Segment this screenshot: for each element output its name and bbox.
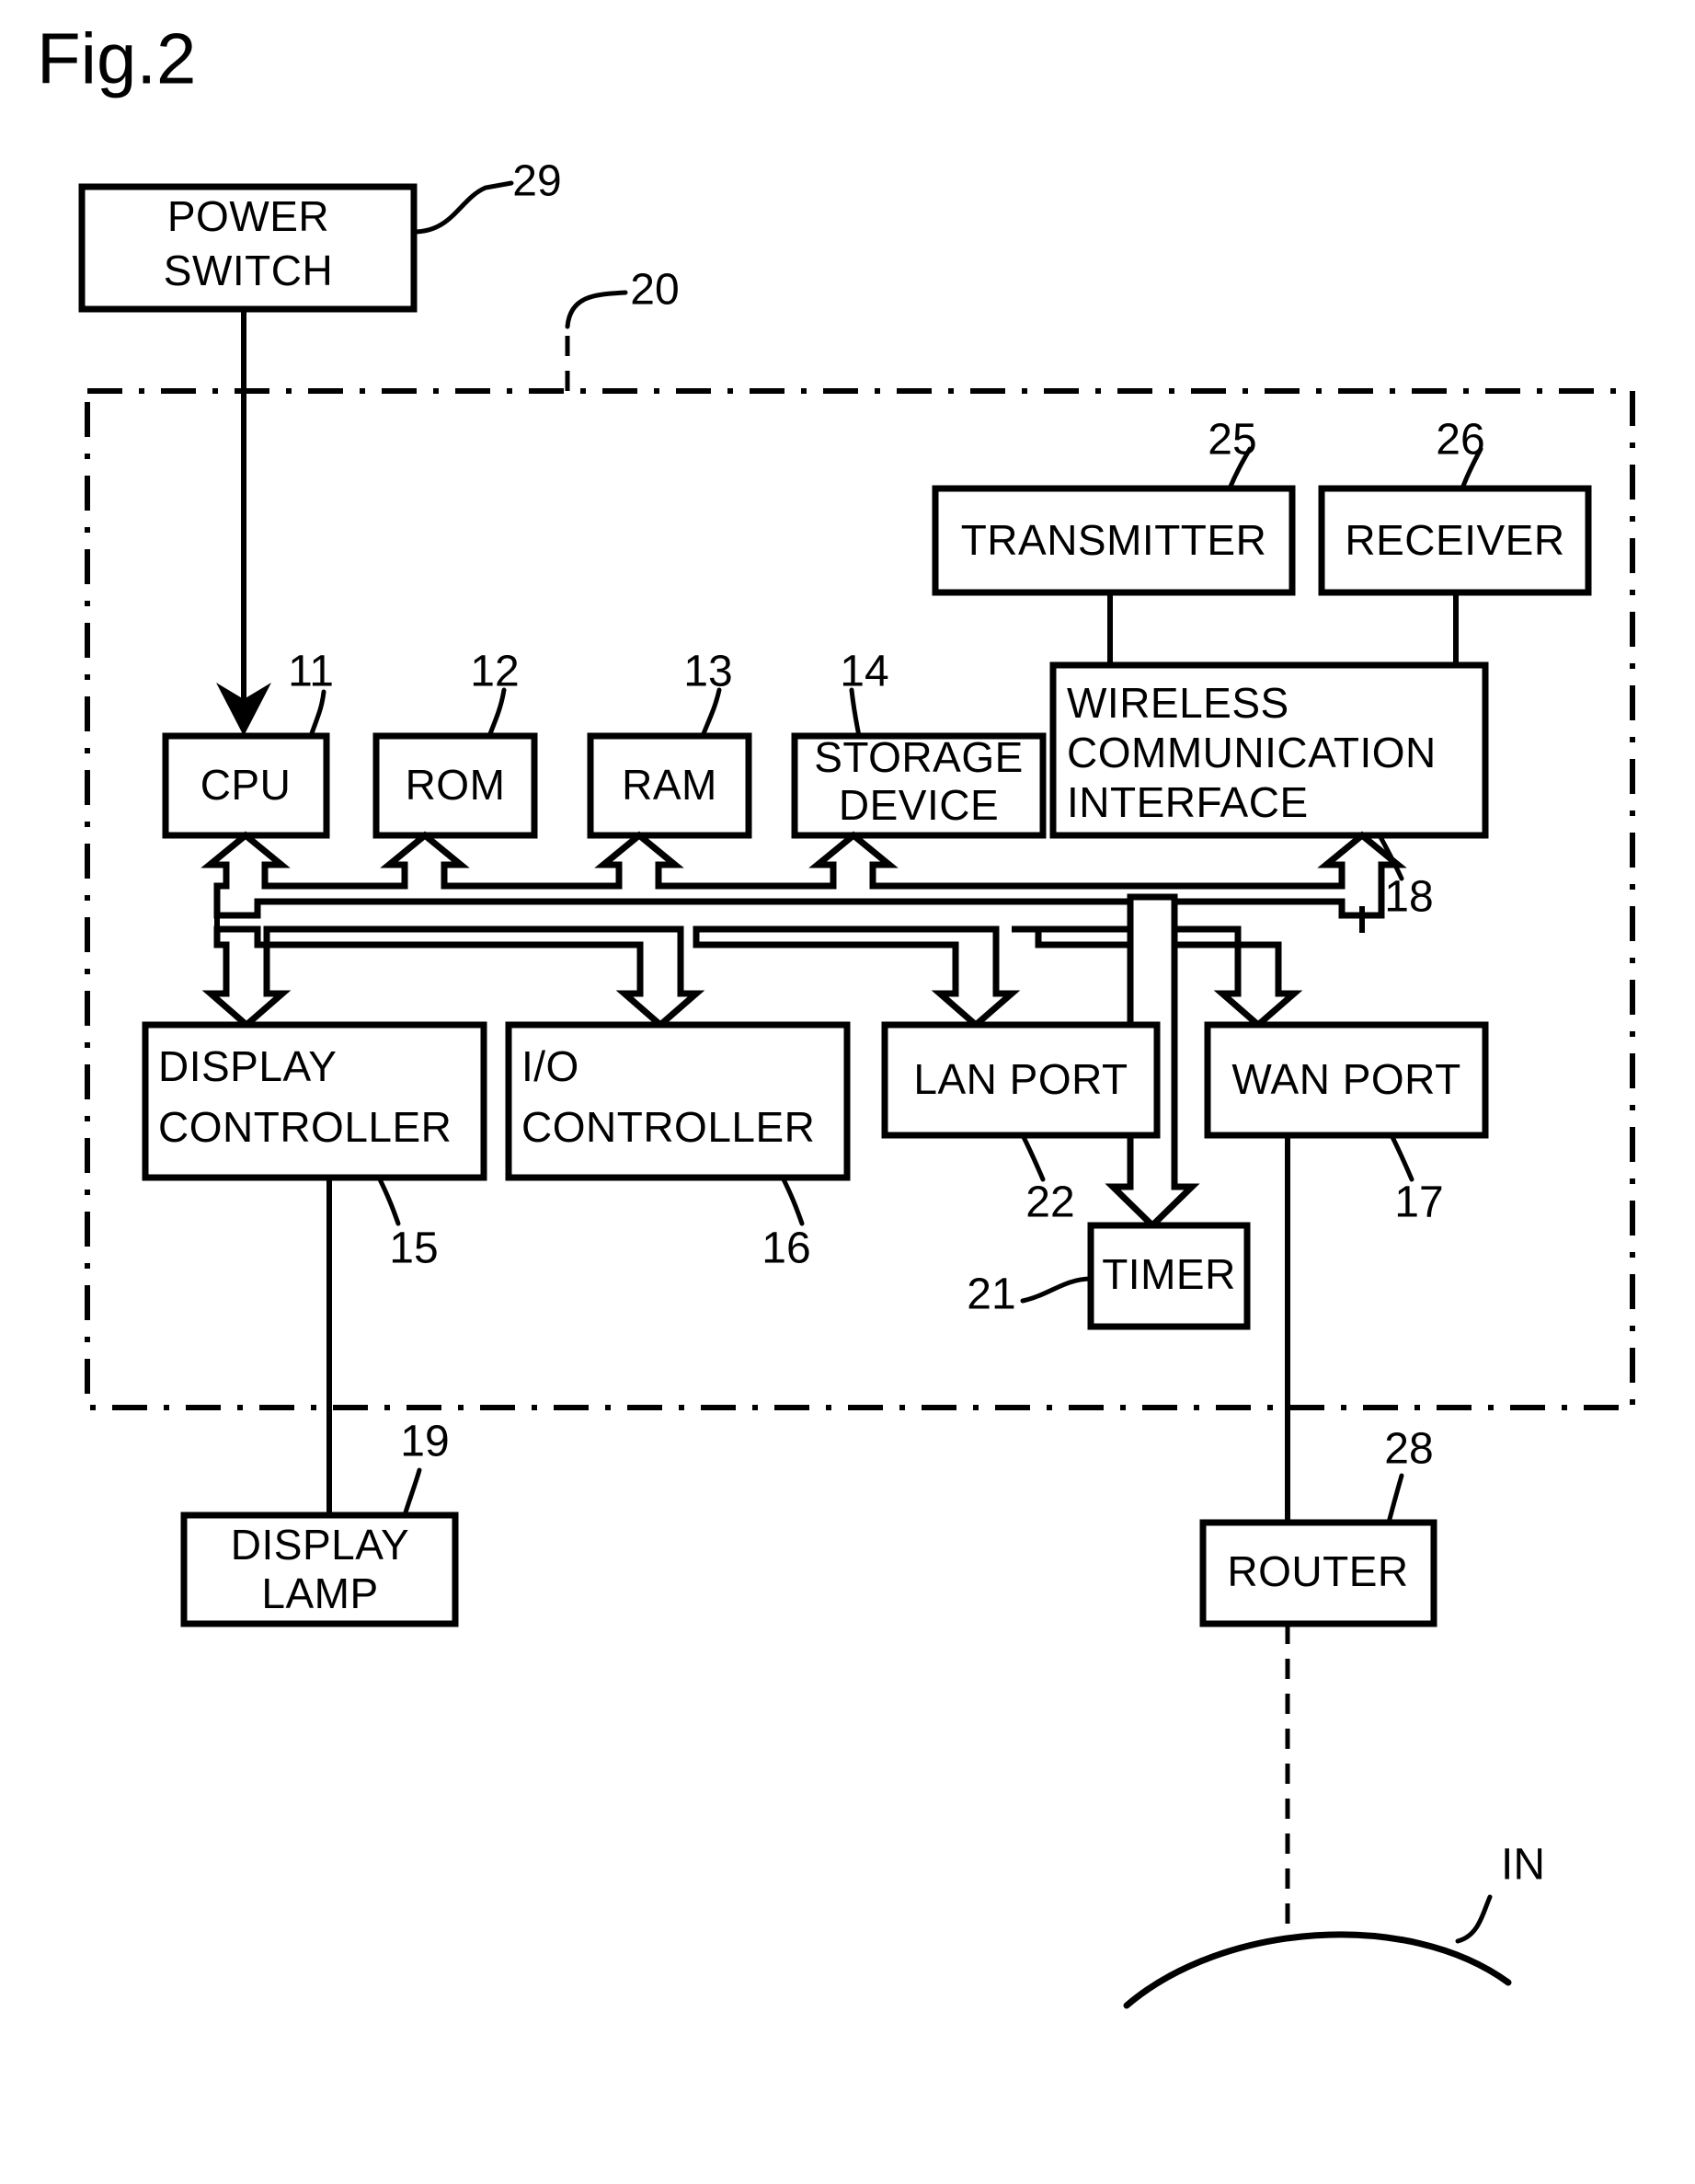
block-receiver-label: RECEIVER <box>1345 516 1564 564</box>
ref-number-11: 11 <box>288 648 334 696</box>
ref-number-15: 15 <box>389 1224 438 1273</box>
block-wireless-interface-label-line2: COMMUNICATION <box>1067 729 1437 776</box>
block-wan-port-label: WAN PORT <box>1231 1055 1460 1103</box>
figure-title: Fig.2 <box>37 18 196 99</box>
block-power-switch-label-line1: POWER <box>167 192 329 240</box>
ref-lead-16 <box>780 1175 805 1226</box>
block-wireless-interface-label-line1: WIRELESS <box>1067 679 1289 727</box>
block-storage-device-label-line1: STORAGE <box>814 733 1024 781</box>
block-cpu-label: CPU <box>200 761 292 809</box>
ref-number-21: 21 <box>967 1270 1015 1319</box>
ref-number-12: 12 <box>470 648 519 696</box>
ref-number-25: 25 <box>1208 416 1256 465</box>
ref-number-14: 14 <box>840 648 888 696</box>
block-router-label: ROUTER <box>1227 1547 1408 1595</box>
block-ram-label: RAM <box>622 761 717 809</box>
ref-lead-12 <box>487 687 507 739</box>
block-transmitter-label: TRANSMITTER <box>961 516 1267 564</box>
ref-number-19: 19 <box>400 1418 449 1466</box>
ref-number-29: 29 <box>512 157 561 206</box>
enclosure-lead-line-curve <box>565 290 628 329</box>
ref-lead-21 <box>1020 1276 1094 1304</box>
ref-number-13: 13 <box>683 648 732 696</box>
ref-lead-15 <box>376 1175 401 1226</box>
ref-lead-in <box>1455 1894 1493 1944</box>
block-timer-label: TIMER <box>1102 1250 1236 1298</box>
ref-number-17: 17 <box>1394 1178 1443 1227</box>
ref-lead-29 <box>411 180 514 235</box>
ref-number-28: 28 <box>1384 1425 1433 1474</box>
bus-lower-bar-left <box>263 925 705 1029</box>
block-power-switch-label-line2: SWITCH <box>164 247 333 294</box>
block-diagram: Fig.2 20 POWER SWITCH 29 TRANSMITTER 25 … <box>37 18 1635 2009</box>
internet-label: IN <box>1501 1841 1545 1890</box>
ref-number-16: 16 <box>762 1224 810 1273</box>
ref-number-20: 20 <box>630 266 679 315</box>
ref-lead-28 <box>1386 1473 1404 1525</box>
block-display-controller-label-line1: DISPLAY <box>158 1042 337 1090</box>
ref-lead-11 <box>308 689 326 739</box>
ref-lead-19 <box>402 1467 422 1518</box>
figure-canvas: Fig.2 20 POWER SWITCH 29 TRANSMITTER 25 … <box>0 0 1695 2184</box>
block-io-controller-label-line1: I/O <box>521 1042 579 1090</box>
ref-lead-22 <box>1020 1132 1046 1182</box>
ref-lead-13 <box>700 687 722 739</box>
ref-number-18: 18 <box>1384 873 1433 922</box>
block-storage-device-label-line2: DEVICE <box>839 781 999 829</box>
bus-upper-bar <box>200 831 1407 919</box>
block-display-controller-label-line2: CONTROLLER <box>158 1103 452 1151</box>
block-lan-port-label: LAN PORT <box>913 1055 1128 1103</box>
internet-cloud-arc <box>1123 1931 1512 2009</box>
ref-lead-14 <box>849 687 862 739</box>
block-rom-label: ROM <box>406 761 506 809</box>
block-io-controller-label-line2: CONTROLLER <box>521 1103 815 1151</box>
block-wireless-interface-label-line3: INTERFACE <box>1067 778 1309 826</box>
bus-lower-bar-mid <box>693 925 1021 1029</box>
block-display-lamp-label-line1: DISPLAY <box>231 1521 409 1569</box>
block-display-lamp-label-line2: LAMP <box>261 1569 378 1617</box>
ref-number-26: 26 <box>1436 416 1484 465</box>
ref-lead-17 <box>1389 1132 1414 1182</box>
ref-number-22: 22 <box>1025 1178 1074 1227</box>
